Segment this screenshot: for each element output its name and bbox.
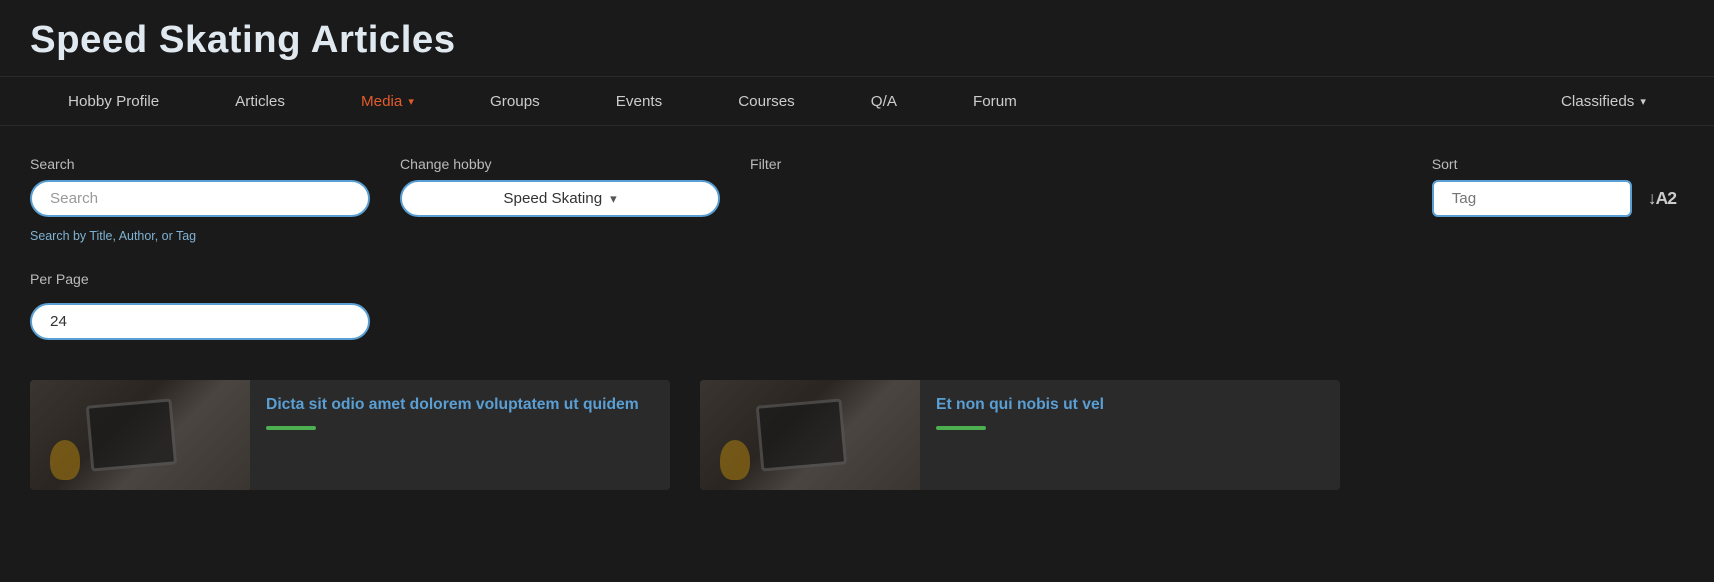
page-title: Speed Skating Articles [0, 0, 1714, 76]
nav-item-events[interactable]: Events [578, 77, 700, 125]
card-content-2: Et non qui nobis ut vel [920, 380, 1340, 490]
card-content-1: Dicta sit odio amet dolorem voluptatem u… [250, 380, 670, 490]
right-controls: Sort ↓A2 [1432, 156, 1684, 217]
table-row: Et non qui nobis ut vel [700, 380, 1340, 490]
search-group: Search Search by Title, Author, or Tag [30, 156, 370, 243]
sort-label: Sort [1432, 156, 1684, 172]
search-input-wrap [30, 180, 370, 217]
card-image-1 [30, 380, 250, 490]
change-hobby-label: Change hobby [400, 156, 720, 172]
card-title-2[interactable]: Et non qui nobis ut vel [936, 394, 1324, 416]
per-page-group: Per Page [30, 271, 1684, 340]
search-hint: Search by Title, Author, or Tag [30, 229, 370, 243]
classifieds-dropdown-arrow: ▾ [1640, 95, 1646, 108]
left-controls: Search Search by Title, Author, or Tag C… [30, 156, 781, 243]
nav-item-hobby-profile[interactable]: Hobby Profile [30, 77, 197, 125]
card-title-1[interactable]: Dicta sit odio amet dolorem voluptatem u… [266, 394, 654, 416]
card-image-2 [700, 380, 920, 490]
change-hobby-group: Change hobby Speed Skating ▾ [400, 156, 720, 217]
nav-item-groups[interactable]: Groups [452, 77, 578, 125]
card-accent-bar-1 [266, 426, 316, 430]
sort-group: Sort ↓A2 [1432, 156, 1684, 217]
media-dropdown-arrow: ▾ [408, 95, 414, 108]
nav-item-media[interactable]: Media ▾ [323, 77, 452, 125]
change-hobby-button[interactable]: Speed Skating ▾ [400, 180, 720, 217]
search-input[interactable] [30, 180, 370, 217]
search-section: Search Search by Title, Author, or Tag C… [0, 126, 1714, 253]
nav-item-qa[interactable]: Q/A [833, 77, 935, 125]
per-page-input[interactable] [30, 303, 370, 340]
cards-section: Dicta sit odio amet dolorem voluptatem u… [0, 350, 1714, 490]
card-image-placeholder-2 [700, 380, 920, 490]
per-page-section: Per Page [0, 253, 1714, 340]
sort-alpha-icon: ↓A2 [1648, 188, 1676, 209]
hobby-dropdown-arrow: ▾ [610, 191, 616, 207]
sort-alpha-button[interactable]: ↓A2 [1640, 184, 1684, 213]
nav-item-classifieds[interactable]: Classifieds ▾ [1523, 77, 1684, 125]
nav-item-courses[interactable]: Courses [700, 77, 833, 125]
sort-input[interactable] [1432, 180, 1632, 217]
top-controls: Search Search by Title, Author, or Tag C… [30, 156, 1684, 243]
filter-label: Filter [750, 156, 781, 172]
filter-group: Filter [750, 156, 781, 172]
card-image-placeholder-1 [30, 380, 250, 490]
per-page-label: Per Page [30, 271, 1684, 287]
search-label: Search [30, 156, 370, 172]
nav-item-articles[interactable]: Articles [197, 77, 323, 125]
table-row: Dicta sit odio amet dolorem voluptatem u… [30, 380, 670, 490]
main-nav: Hobby Profile Articles Media ▾ Groups Ev… [0, 76, 1714, 126]
sort-controls: ↓A2 [1432, 180, 1684, 217]
nav-item-forum[interactable]: Forum [935, 77, 1055, 125]
card-accent-bar-2 [936, 426, 986, 430]
